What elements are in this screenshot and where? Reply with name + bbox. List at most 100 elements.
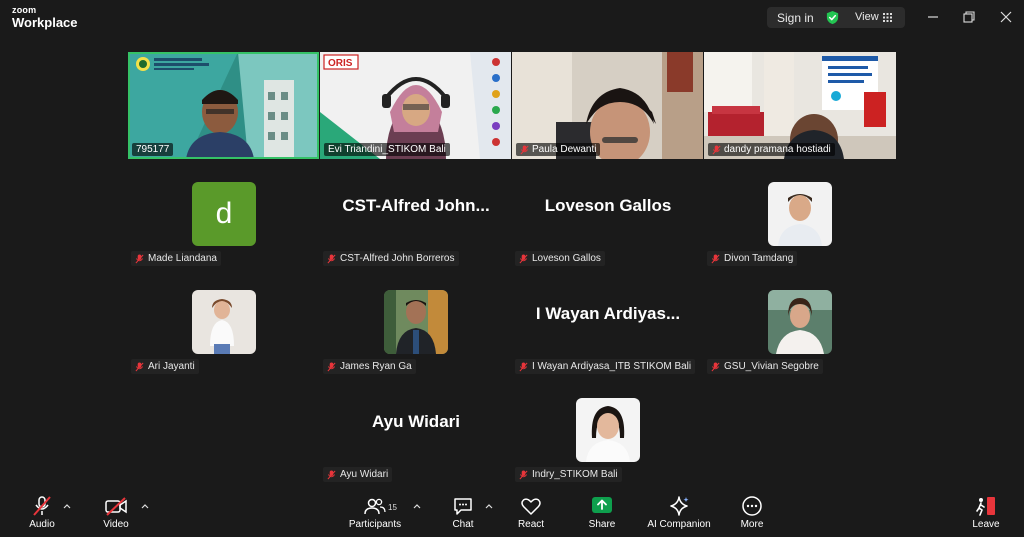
- avatar-photo: [768, 290, 832, 354]
- mic-muted-icon: [135, 254, 144, 263]
- more-label: More: [740, 519, 764, 530]
- participant-tile[interactable]: Indry_STIKOM Bali: [512, 392, 704, 494]
- title-bar: zoom Workplace Sign in View: [0, 0, 1024, 36]
- heart-icon: [521, 498, 541, 515]
- avatar-photo: [576, 398, 640, 462]
- video-button[interactable]: Video: [96, 495, 136, 535]
- participant-name-label: CST-Alfred John Borreros: [323, 251, 459, 266]
- profile-photo: [768, 182, 832, 246]
- avatar-photo: [384, 290, 448, 354]
- participant-tile[interactable]: CST-Alfred John... CST-Alfred John Borre…: [320, 176, 512, 278]
- video-tile[interactable]: dandy pramana hostiadi: [704, 52, 896, 159]
- share-screen-icon: [592, 497, 612, 513]
- participant-tile[interactable]: Divon Tamdang: [704, 176, 896, 278]
- mic-muted-icon: [711, 254, 720, 263]
- participant-name-label: Indry_STIKOM Bali: [515, 467, 622, 482]
- view-button[interactable]: View: [855, 11, 879, 23]
- participant-tile[interactable]: I Wayan Ardiyas... I Wayan Ardiyasa_ITB …: [512, 284, 704, 386]
- participant-display-name: Loveson Gallos: [544, 196, 672, 215]
- mic-muted-icon: [327, 362, 336, 371]
- participant-name-label: Divon Tamdang: [707, 251, 798, 266]
- participant-name: Ayu Widari: [340, 469, 389, 480]
- chat-options-caret-icon[interactable]: [485, 503, 493, 509]
- participants-label: Participants: [348, 519, 402, 530]
- audio-label: Audio: [29, 519, 55, 530]
- profile-photo: [384, 290, 448, 354]
- chat-button[interactable]: Chat: [446, 495, 480, 535]
- share-button[interactable]: Share: [585, 495, 619, 535]
- participant-tile[interactable]: Ari Jayanti: [128, 284, 320, 386]
- participants-button[interactable]: Participants: [346, 495, 404, 535]
- mic-muted-icon: [327, 470, 336, 479]
- participants-options-caret-icon[interactable]: [413, 503, 421, 509]
- participant-name: Made Liandana: [148, 253, 217, 264]
- participant-count-badge: 15: [388, 503, 397, 512]
- participant-tile[interactable]: James Ryan Ga: [320, 284, 512, 386]
- mic-muted-icon: [520, 145, 529, 154]
- restore-icon[interactable]: [960, 8, 978, 26]
- participant-name: Divon Tamdang: [724, 253, 794, 264]
- participant-name-label: dandy pramana hostiadi: [708, 143, 835, 156]
- video-tile[interactable]: Paula Dewanti: [512, 52, 703, 159]
- brand-bottom-text: Workplace: [12, 15, 78, 30]
- more-button[interactable]: More: [735, 495, 769, 535]
- participant-name-label: I Wayan Ardiyasa_ITB STIKOM Bali: [515, 359, 696, 374]
- participant-name: CST-Alfred John Borreros: [340, 253, 455, 264]
- audio-button[interactable]: Audio: [22, 495, 62, 535]
- participant-name-label: Ari Jayanti: [131, 359, 199, 374]
- ai-companion-label: AI Companion: [647, 519, 711, 530]
- participant-display-name: Ayu Widari: [371, 412, 460, 431]
- participant-name: dandy pramana hostiadi: [724, 144, 831, 155]
- avatar-photo: [192, 290, 256, 354]
- avatar-letter: d: [192, 182, 256, 246]
- participant-name-label: GSU_Vivian Segobre: [707, 359, 823, 374]
- leave-button[interactable]: Leave: [968, 495, 1004, 535]
- participant-display-name: I Wayan Ardiyas...: [535, 304, 681, 323]
- participant-name: 795177: [136, 144, 170, 155]
- participant-name-label: Ayu Widari: [323, 467, 393, 482]
- participant-name: Paula Dewanti: [532, 144, 597, 155]
- participant-display-name: CST-Alfred John...: [342, 196, 490, 215]
- participant-tile[interactable]: d Made Liandana: [128, 176, 320, 278]
- participant-name-label: 795177: [132, 143, 174, 156]
- chat-label: Chat: [452, 519, 474, 530]
- participant-tile[interactable]: Loveson Gallos Loveson Gallos: [512, 176, 704, 278]
- grid-view-icon[interactable]: [883, 13, 892, 22]
- react-button[interactable]: React: [514, 495, 548, 535]
- sign-in-button[interactable]: Sign in: [777, 11, 814, 25]
- profile-photo: [192, 290, 256, 354]
- svg-text:ORIS: ORIS: [328, 58, 353, 69]
- audio-options-caret-icon[interactable]: [63, 503, 71, 509]
- participant-name: Indry_STIKOM Bali: [532, 469, 618, 480]
- chat-icon: [454, 498, 472, 515]
- share-label: Share: [588, 519, 616, 530]
- mic-muted-icon: [519, 362, 528, 371]
- security-shield-icon[interactable]: [825, 10, 840, 25]
- video-tile[interactable]: ORIS Evi Triandini_STIKOM Bali: [320, 52, 511, 159]
- participant-name-label: Paula Dewanti: [516, 143, 601, 156]
- ai-companion-button[interactable]: AI Companion: [644, 495, 714, 535]
- participant-tile[interactable]: GSU_Vivian Segobre: [704, 284, 896, 386]
- participant-name: Evi Triandini_STIKOM Bali: [328, 144, 446, 155]
- mic-muted-icon: [33, 496, 51, 516]
- profile-photo: [768, 290, 832, 354]
- participant-name-label: Made Liandana: [131, 251, 221, 266]
- video-options-caret-icon[interactable]: [141, 503, 149, 509]
- participant-name: Ari Jayanti: [148, 361, 195, 372]
- close-icon[interactable]: [997, 8, 1015, 26]
- participant-name-label: Evi Triandini_STIKOM Bali: [324, 143, 450, 156]
- mic-muted-icon: [327, 254, 336, 263]
- mic-muted-icon: [519, 470, 528, 479]
- participant-name: GSU_Vivian Segobre: [724, 361, 819, 372]
- minimize-icon[interactable]: [924, 8, 942, 26]
- video-off-icon: [105, 497, 127, 516]
- participant-name: I Wayan Ardiyasa_ITB STIKOM Bali: [532, 361, 692, 372]
- participant-tile[interactable]: Ayu Widari Ayu Widari: [320, 392, 512, 494]
- leave-door-icon: [976, 497, 995, 516]
- mic-muted-icon: [519, 254, 528, 263]
- avatar-photo: [768, 182, 832, 246]
- mic-muted-icon: [135, 362, 144, 371]
- video-tile[interactable]: 795177: [128, 52, 319, 159]
- avatar-initial: d: [215, 197, 233, 230]
- mic-muted-icon: [712, 145, 721, 154]
